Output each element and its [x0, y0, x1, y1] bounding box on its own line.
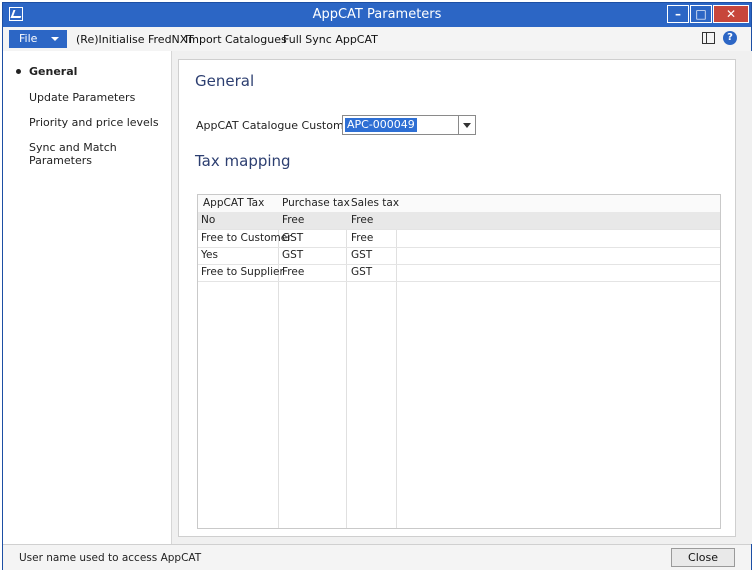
maximize-button[interactable]: □	[690, 5, 712, 23]
general-section-title: General	[195, 72, 255, 90]
grid-header: AppCAT Tax Purchase tax Sales tax	[198, 195, 720, 213]
tax-mapping-section-title: Tax mapping	[195, 152, 291, 170]
cell-appcat-tax: No	[201, 214, 216, 226]
status-bar: User name used to access AppCAT Close	[3, 544, 751, 570]
close-window-button[interactable]: ✕	[713, 5, 749, 23]
title-bar: AppCAT Parameters – □ ✕	[3, 3, 751, 27]
table-row[interactable]: Yes GST GST	[198, 247, 720, 265]
window-title: AppCAT Parameters	[312, 7, 442, 22]
tax-mapping-grid: AppCAT Tax Purchase tax Sales tax No Fre…	[197, 194, 721, 529]
cell-appcat-tax: Free to Supplier	[201, 266, 284, 278]
cell-appcat-tax: Yes	[201, 249, 218, 261]
cell-purchase-tax: GST	[282, 249, 304, 261]
cell-sales-tax: GST	[351, 266, 373, 278]
sidebar-item-sync-match-parameters[interactable]: Sync and Match Parameters	[29, 141, 171, 167]
file-menu-button[interactable]: File	[9, 30, 67, 48]
cell-purchase-tax: GST	[282, 232, 304, 244]
cell-purchase-tax: Free	[282, 214, 305, 226]
content-panel: General AppCAT Catalogue Customer ID: AP…	[178, 59, 736, 537]
chevron-down-icon	[51, 37, 59, 41]
menu-full-sync-appcat[interactable]: Full Sync AppCAT	[283, 33, 378, 46]
layout-icon[interactable]	[702, 32, 715, 44]
column-header-purchase-tax[interactable]: Purchase tax	[282, 197, 350, 209]
app-window: AppCAT Parameters – □ ✕ File (Re)Initial…	[2, 2, 752, 570]
cell-appcat-tax: Free to Customer	[201, 232, 292, 244]
table-row[interactable]: No Free Free	[198, 212, 720, 230]
customer-id-value: APC-000049	[345, 118, 417, 132]
cell-sales-tax: GST	[351, 249, 373, 261]
cell-purchase-tax: Free	[282, 266, 305, 278]
active-bullet-icon	[16, 69, 21, 74]
table-row[interactable]: Free to Customer GST Free	[198, 230, 720, 248]
column-header-sales-tax[interactable]: Sales tax	[351, 197, 399, 209]
content-area: General AppCAT Catalogue Customer ID: AP…	[171, 51, 752, 544]
customer-id-dropdown[interactable]: APC-000049	[342, 115, 476, 135]
table-row[interactable]: Free to Supplier Free GST	[198, 264, 720, 282]
sidebar-item-priority-price-levels[interactable]: Priority and price levels	[29, 116, 159, 129]
menu-import-catalogues[interactable]: Import Catalogues	[185, 33, 287, 46]
cell-sales-tax: Free	[351, 232, 374, 244]
cell-sales-tax: Free	[351, 214, 374, 226]
dropdown-arrow-icon[interactable]	[458, 116, 475, 134]
file-menu-label: File	[19, 32, 38, 45]
menu-reinitialise-frednxt[interactable]: (Re)Initialise FredNXT	[76, 33, 194, 46]
sidebar-item-update-parameters[interactable]: Update Parameters	[29, 91, 135, 104]
status-text: User name used to access AppCAT	[19, 552, 202, 564]
sidebar-item-general[interactable]: General	[29, 65, 77, 78]
column-header-appcat-tax[interactable]: AppCAT Tax	[203, 197, 264, 209]
sidebar: General Update Parameters Priority and p…	[3, 51, 171, 544]
close-button[interactable]: Close	[671, 548, 735, 567]
minimize-button[interactable]: –	[667, 5, 689, 23]
help-icon[interactable]: ?	[723, 31, 737, 45]
menu-bar: File (Re)Initialise FredNXT Import Catal…	[3, 27, 751, 52]
